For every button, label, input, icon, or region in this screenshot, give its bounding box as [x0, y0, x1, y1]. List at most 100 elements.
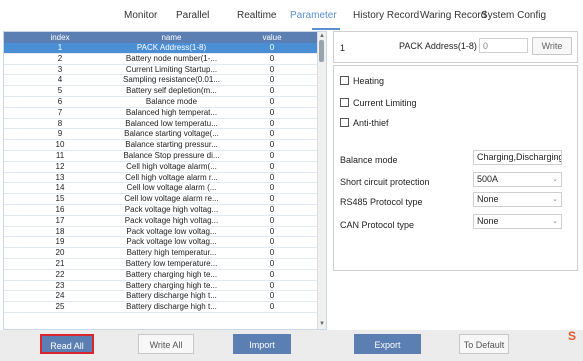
table-row[interactable]: 8 Balanced low temperatu... 0 [4, 119, 317, 130]
row-index-cell: 1 [57, 43, 63, 52]
chevron-down-icon: ⌄ [552, 154, 558, 161]
row-index-cell: 15 [55, 194, 65, 204]
rs485-protocol-select[interactable]: None ⌄ [473, 192, 562, 207]
row-name-cell: Balance starting pressur... [125, 140, 218, 150]
row-value-cell: 0 [269, 129, 275, 139]
row-value-cell: 0 [269, 172, 275, 182]
import-button[interactable]: Import [233, 334, 291, 354]
row-index-cell: 6 [57, 96, 63, 106]
table-row[interactable]: 11 Balance Stop pressure di... 0 [4, 151, 317, 162]
row-value-cell: 0 [269, 280, 275, 290]
table-row[interactable]: 13 Cell high voltage alarm r... 0 [4, 173, 317, 184]
active-tab-indicator [312, 28, 340, 30]
tab-system-config[interactable]: System Config [481, 0, 546, 32]
tab-monitor[interactable]: Monitor [124, 0, 157, 32]
table-row[interactable]: 18 Pack voltage low voltag... 0 [4, 227, 317, 238]
table-row[interactable]: 22 Battery charging high te... 0 [4, 270, 317, 281]
table-row[interactable]: 17 Pack voltage high voltag... 0 [4, 216, 317, 227]
row-index-cell: 12 [55, 161, 65, 171]
row-index-cell: 14 [55, 183, 65, 193]
table-row[interactable]: 15 Cell low voltage alarm re... 0 [4, 194, 317, 205]
row-index-cell: 19 [55, 237, 65, 247]
heating-checkbox[interactable]: Heating [340, 76, 384, 86]
table-row[interactable]: 23 Battery charging high te... 0 [4, 281, 317, 292]
table-body: 1 PACK Address(1-8) 0 2 Battery node number(… [4, 43, 317, 313]
row-name-cell: Current Limiting Startup... [125, 64, 218, 74]
current-limiting-checkbox[interactable]: Current Limiting [340, 98, 417, 108]
row-value-cell: 0 [269, 43, 275, 52]
row-value-cell: 0 [269, 215, 275, 225]
row-name-cell: Sampling resistance(0.01... [123, 75, 220, 85]
row-value-cell: 0 [269, 302, 275, 312]
heating-label: Heating [353, 76, 385, 86]
scrollbar-thumb[interactable] [319, 40, 324, 62]
row-name-cell: Pack voltage high voltag... [124, 215, 219, 225]
pack-address-input[interactable]: 0 [479, 38, 528, 53]
chevron-down-icon: ⌄ [552, 176, 558, 183]
row-index-cell: 16 [55, 204, 65, 214]
row-index-cell: 22 [55, 269, 65, 279]
checkbox-icon [340, 76, 349, 85]
short-circuit-label: Short circuit protection [340, 177, 430, 187]
chevron-down-icon: ⌄ [552, 196, 558, 203]
row-index-cell: 17 [55, 215, 65, 225]
row-name-cell: Battery high temperatur... [126, 248, 217, 258]
table-row[interactable]: 24 Battery discharge high t... 0 [4, 291, 317, 303]
row-index-cell: 13 [55, 172, 65, 182]
row-name-cell: Pack voltage low voltag... [126, 237, 217, 247]
scroll-up-icon[interactable]: ▲ [319, 33, 325, 39]
row-value-cell: 0 [269, 248, 275, 258]
can-protocol-value: None [477, 216, 499, 226]
table-row[interactable]: 20 Battery high temperatur... 0 [4, 248, 317, 259]
write-all-button[interactable]: Write All [138, 334, 194, 354]
write-button[interactable]: Write [532, 37, 572, 55]
row-index-cell: 21 [55, 258, 65, 268]
row-name-cell: Battery charging high te... [125, 269, 218, 279]
short-circuit-select[interactable]: 500A ⌄ [473, 172, 562, 187]
row-value-cell: 0 [269, 64, 275, 74]
table-row[interactable]: 4 Sampling resistance(0.01... 0 [4, 75, 317, 87]
row-value-cell: 0 [269, 118, 275, 128]
row-name-cell: Battery discharge high t... [126, 291, 217, 301]
scroll-down-icon[interactable]: ▼ [319, 321, 325, 327]
table-row[interactable]: 7 Balanced high temperat... 0 [4, 108, 317, 119]
table-row[interactable]: 5 Battery self depletion(m... 0 [4, 86, 317, 97]
table-row[interactable]: 16 Pack voltage high voltag... 0 [4, 205, 317, 216]
column-header-name[interactable]: name [116, 32, 227, 43]
table-scrollbar[interactable]: ▲ ▼ [317, 32, 326, 329]
row-value-cell: 0 [269, 53, 275, 63]
table-row[interactable]: 19 Pack voltage low voltag... 0 [4, 237, 317, 249]
export-button[interactable]: Export [354, 334, 421, 354]
table-row[interactable]: 10 Balance starting pressur... 0 [4, 140, 317, 151]
table-row[interactable]: 2 Battery node number(1-... 0 [4, 54, 317, 65]
row-value-cell: 0 [269, 194, 275, 204]
read-all-button[interactable]: Read All [40, 334, 94, 354]
tab-waring-record[interactable]: Waring Record [420, 0, 486, 32]
to-default-button[interactable]: To Default [459, 334, 509, 354]
table-row[interactable]: 25 Battery discharge high t... 0 [4, 302, 317, 313]
table-row[interactable]: 14 Cell low voltage alarm (... 0 [4, 183, 317, 195]
row-value-cell: 0 [269, 291, 275, 301]
tab-parallel[interactable]: Parallel [176, 0, 209, 32]
column-header-value[interactable]: value [227, 32, 317, 43]
row-index-cell: 25 [55, 302, 65, 312]
table-row[interactable]: 9 Balance starting voltage(... 0 [4, 129, 317, 141]
tab-realtime[interactable]: Realtime [237, 0, 276, 32]
table-row[interactable]: 6 Balance mode 0 [4, 97, 317, 108]
row-value-cell: 0 [269, 140, 275, 150]
column-header-index[interactable]: index [4, 32, 116, 43]
can-protocol-select[interactable]: None ⌄ [473, 214, 562, 229]
anti-thief-checkbox[interactable]: Anti-thief [340, 118, 389, 128]
table-row[interactable]: 3 Current Limiting Startup... 0 [4, 65, 317, 76]
row-value-cell: 0 [269, 237, 275, 247]
table-row[interactable]: 21 Battery low temperature... 0 [4, 259, 317, 270]
row-index-cell: 9 [57, 129, 63, 139]
table-row[interactable]: 1 PACK Address(1-8) 0 [4, 43, 317, 54]
table-header: index name value [4, 32, 317, 43]
balance-mode-select[interactable]: Charging,Discharging ⌄ [473, 150, 562, 165]
table-row[interactable]: 12 Cell high voltage alarm(... 0 [4, 162, 317, 173]
tab-history-record[interactable]: History Record [353, 0, 419, 32]
row-value-cell: 0 [269, 258, 275, 268]
row-name-cell: Cell low voltage alarm re... [124, 194, 219, 204]
row-index-cell: 23 [55, 280, 65, 290]
